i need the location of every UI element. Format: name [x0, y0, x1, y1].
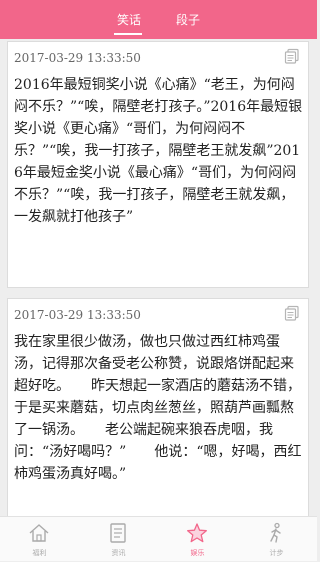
nav-label: 资讯 [111, 549, 126, 557]
nav-item-pedometer[interactable]: 计步 [237, 517, 316, 562]
tab-memes[interactable]: 段子 [176, 11, 200, 28]
nav-label: 福利 [32, 549, 47, 557]
nav-item-news[interactable]: 资讯 [79, 517, 158, 562]
copy-icon[interactable] [284, 305, 300, 321]
tab-jokes[interactable]: 笑话 [117, 11, 141, 28]
star-icon [187, 523, 207, 543]
nav-label: 计步 [269, 549, 284, 557]
active-tab-indicator [114, 33, 142, 35]
joke-text: 2016年最短铜奖小说《心痛》“老王，为何闷闷不乐？”“唉，隔壁老打孩子。”20… [14, 77, 303, 225]
bottom-nav: 福利 资讯 娱乐 计步 [0, 516, 317, 561]
post-time: 2017-03-29 13:33:50 [14, 308, 141, 322]
news-icon [110, 523, 126, 543]
joke-text: 我在家里很少做汤，做也只做过西红柿鸡蛋汤，记得那次备受老公称赞，说跟烙饼配起来超… [14, 334, 302, 482]
copy-icon[interactable] [284, 48, 300, 64]
nav-label: 娱乐 [190, 549, 205, 557]
nav-item-entertainment[interactable]: 娱乐 [158, 517, 237, 562]
post-time: 2017-03-29 13:33:50 [14, 51, 141, 65]
nav-item-welfare[interactable]: 福利 [0, 517, 79, 562]
joke-list[interactable]: 2017-03-29 13:33:50 2016年最短铜奖小说《心痛》“老王，为… [0, 39, 317, 516]
walk-icon [270, 522, 281, 543]
joke-card: 2017-03-29 13:33:50 我在家里很少做汤，做也只做过西红柿鸡蛋汤… [7, 298, 309, 516]
home-icon [29, 524, 49, 542]
joke-card: 2017-03-29 13:33:50 2016年最短铜奖小说《心痛》“老王，为… [7, 41, 309, 288]
top-tab-bar: 笑话 段子 [0, 0, 317, 39]
